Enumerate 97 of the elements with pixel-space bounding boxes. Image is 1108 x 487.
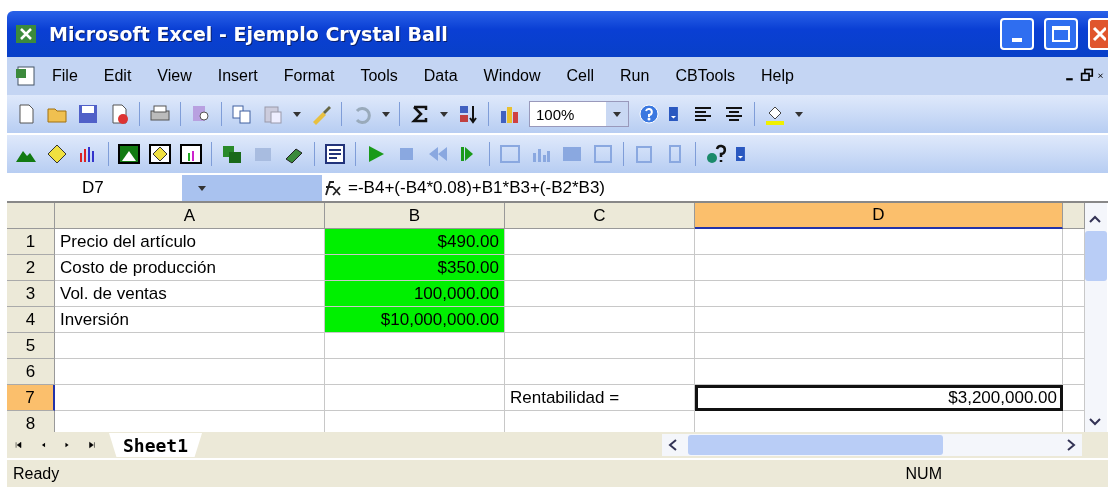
menu-item[interactable]: Cell — [553, 63, 608, 89]
column-header[interactable]: A — [55, 203, 325, 229]
table-cell[interactable] — [325, 333, 505, 359]
table-cell[interactable] — [505, 229, 695, 255]
table-cell[interactable]: $350.00 — [325, 255, 505, 281]
menu-item[interactable]: Tools — [347, 63, 411, 89]
table-cell[interactable]: $10,000,000.00 — [325, 307, 505, 333]
table-cell[interactable]: Inversión — [55, 307, 325, 333]
table-cell[interactable] — [695, 359, 1063, 385]
name-box[interactable]: D7 — [7, 176, 182, 200]
framed-forecast-icon[interactable] — [180, 143, 202, 165]
row-header[interactable]: 7 — [7, 385, 55, 411]
table-cell[interactable]: Precio del artículo — [55, 229, 325, 255]
decision-icon[interactable] — [46, 143, 68, 165]
sort-ascending-icon[interactable] — [457, 103, 479, 125]
table-cell[interactable] — [55, 359, 325, 385]
menu-item[interactable]: Help — [748, 63, 807, 89]
column-header — [1063, 203, 1085, 229]
minimize-button[interactable] — [1000, 18, 1034, 50]
row-header[interactable]: 6 — [7, 359, 55, 385]
table-cell[interactable]: $490.00 — [325, 229, 505, 255]
status-text: Ready — [13, 464, 60, 483]
table-cell[interactable] — [505, 307, 695, 333]
row-header[interactable]: 4 — [7, 307, 55, 333]
row-header[interactable]: 2 — [7, 255, 55, 281]
table-cell[interactable] — [505, 281, 695, 307]
menu-item[interactable]: Data — [410, 63, 471, 89]
table-cell[interactable] — [1063, 281, 1085, 307]
caret-icon[interactable] — [440, 111, 448, 117]
copy-grid-icon[interactable] — [221, 143, 243, 165]
framed-assumption-icon[interactable] — [118, 143, 140, 165]
sheet-tab[interactable]: Sheet1 — [109, 433, 203, 457]
table-cell[interactable] — [325, 385, 505, 411]
table-cell[interactable]: Rentabilidad = — [505, 385, 695, 411]
scroll-thumb[interactable] — [1085, 231, 1107, 281]
table-cell[interactable]: Costo de producción — [55, 255, 325, 281]
menu-item[interactable]: Run — [607, 63, 663, 89]
close-icon — [1092, 26, 1106, 42]
close-button[interactable] — [1088, 18, 1108, 50]
select-all-corner[interactable] — [7, 203, 55, 229]
column-header[interactable]: B — [325, 203, 505, 229]
menu-item[interactable]: File — [39, 63, 91, 89]
window-title: Microsoft Excel - Ejemplo Crystal Ball — [49, 23, 449, 45]
help-icon[interactable] — [705, 143, 727, 165]
table-cell[interactable] — [55, 385, 325, 411]
table-cell[interactable] — [505, 359, 695, 385]
row-header[interactable]: 5 — [7, 333, 55, 359]
table-cell[interactable] — [1063, 255, 1085, 281]
scroll-thumb[interactable] — [688, 435, 943, 455]
table-cell[interactable]: $3,200,000.00 — [695, 385, 1063, 411]
table-cell[interactable] — [55, 333, 325, 359]
caret-icon[interactable] — [293, 111, 301, 117]
num-lock-indicator: NUM — [905, 464, 942, 483]
caret-icon[interactable] — [382, 111, 390, 117]
menu-item[interactable]: CBTools — [662, 63, 748, 89]
caret-icon[interactable] — [198, 185, 206, 191]
save-icon[interactable] — [77, 103, 99, 125]
menu-item[interactable]: View — [144, 63, 205, 89]
framed-decision-icon[interactable] — [149, 143, 171, 165]
zoom-field[interactable]: 100% — [529, 101, 629, 127]
table-cell[interactable] — [695, 281, 1063, 307]
copy-icon[interactable] — [231, 103, 253, 125]
table-cell[interactable] — [695, 255, 1063, 281]
menu-item[interactable]: Edit — [90, 63, 145, 89]
menu-item[interactable]: Window — [470, 63, 554, 89]
table-cell[interactable] — [1063, 333, 1085, 359]
column-header[interactable]: D — [695, 203, 1063, 229]
table-cell[interactable]: Vol. de ventas — [55, 281, 325, 307]
maximize-icon — [1052, 26, 1070, 42]
vertical-scrollbar[interactable] — [1085, 203, 1107, 432]
maximize-button[interactable] — [1044, 18, 1078, 50]
minimize-icon — [1012, 38, 1022, 42]
table-cell[interactable] — [325, 359, 505, 385]
table-cell[interactable] — [1063, 229, 1085, 255]
table-cell[interactable] — [695, 333, 1063, 359]
list-icon[interactable] — [324, 143, 346, 165]
spreadsheet-app-icon — [13, 23, 39, 45]
table-cell[interactable] — [1063, 385, 1085, 411]
table-cell[interactable] — [695, 307, 1063, 333]
function-icon[interactable] — [322, 179, 342, 197]
horizontal-scrollbar[interactable] — [662, 434, 1082, 456]
paste-icon[interactable] — [262, 103, 284, 125]
column-header[interactable]: C — [505, 203, 695, 229]
table-cell[interactable]: 100,000.00 — [325, 281, 505, 307]
table-cell[interactable] — [505, 333, 695, 359]
menu-item[interactable]: Insert — [204, 63, 271, 89]
row-header[interactable]: 8 — [7, 411, 55, 432]
table-cell[interactable] — [1063, 307, 1085, 333]
caret-icon[interactable] — [613, 111, 621, 117]
caret-icon[interactable] — [795, 111, 803, 117]
row-header[interactable]: 1 — [7, 229, 55, 255]
row-header[interactable]: 3 — [7, 281, 55, 307]
table-cell[interactable] — [695, 229, 1063, 255]
menu-item[interactable]: Format — [270, 63, 348, 89]
formula-text[interactable]: =-B4+(-B4*0.08)+B1*B3+(-B2*B3) — [348, 178, 606, 198]
table-cell[interactable] — [505, 255, 695, 281]
table-cell[interactable] — [1063, 359, 1085, 385]
